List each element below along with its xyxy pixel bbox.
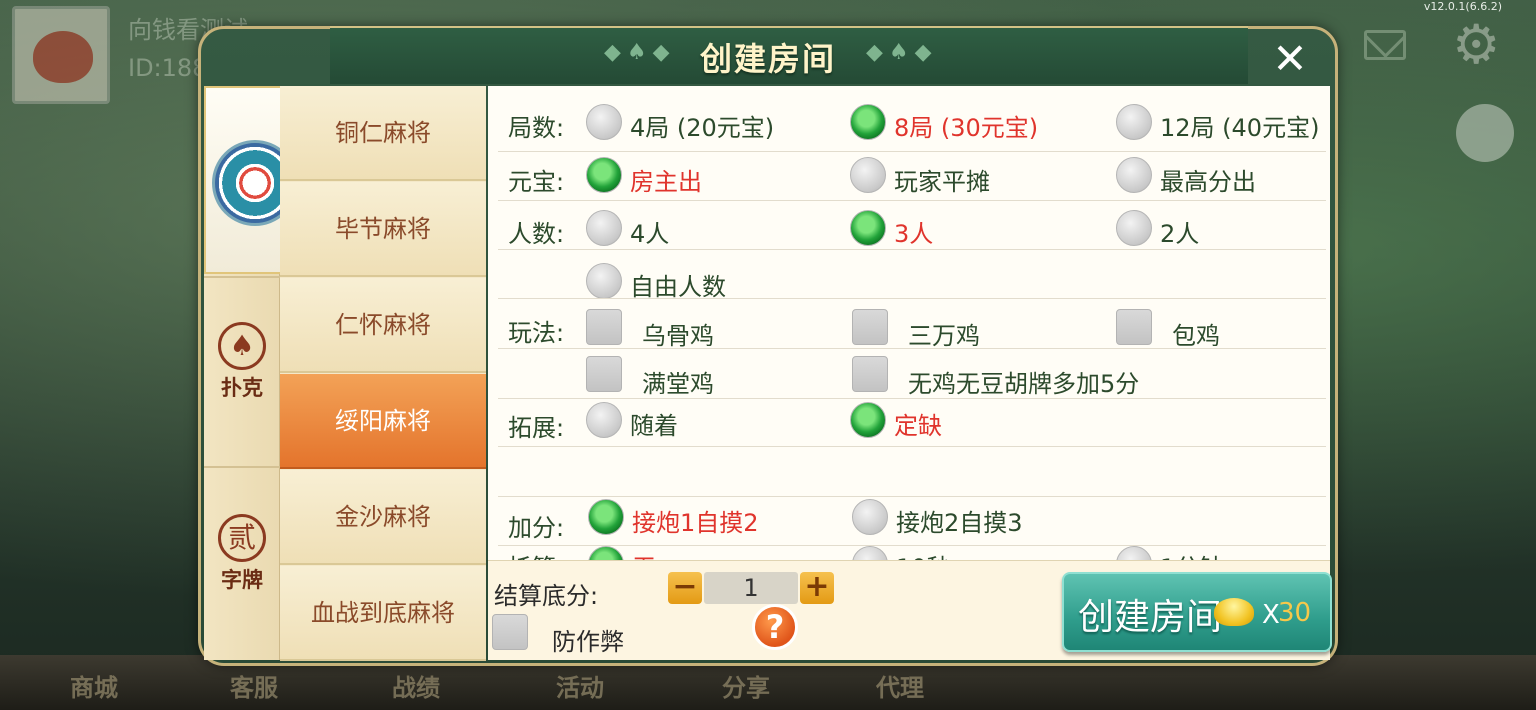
players-2-radio[interactable]: [1116, 210, 1152, 246]
bonus-1-2-radio[interactable]: [588, 499, 624, 535]
game-item-xuezhan[interactable]: 血战到底麻将: [280, 566, 486, 661]
rule-sanwanji-checkbox[interactable]: [852, 309, 888, 345]
menu-records: 战绩: [392, 674, 440, 702]
players-free-option[interactable]: 自由人数: [630, 267, 726, 302]
expand-dingque-radio[interactable]: [850, 402, 886, 438]
row-divider: [498, 200, 1326, 201]
rule-mantangji-option[interactable]: 满堂鸡: [642, 364, 714, 399]
bonus-1-2-option[interactable]: 接炮1自摸2: [632, 503, 759, 538]
players-free-radio[interactable]: [586, 263, 622, 299]
players-4-option[interactable]: 4人: [630, 214, 669, 249]
players-3-radio[interactable]: [850, 210, 886, 246]
menu-share: 分享: [722, 674, 770, 702]
game-item-jinsha[interactable]: 金沙麻将: [280, 470, 486, 565]
rule-baoji-option[interactable]: 包鸡: [1172, 316, 1220, 351]
rule-wuguji-option[interactable]: 乌骨鸡: [642, 316, 714, 351]
category-poker-tab[interactable]: ♠ 扑克: [204, 322, 280, 422]
players-4-radio[interactable]: [586, 210, 622, 246]
bonus-2-3-option[interactable]: 接炮2自摸3: [896, 503, 1023, 538]
rule-sanwanji-option[interactable]: 三万鸡: [908, 316, 980, 351]
cost-value: 30: [1278, 598, 1312, 628]
stamp-icon: [1456, 104, 1514, 162]
rounds-12-option[interactable]: 12局 (40元宝): [1160, 108, 1319, 143]
expand-label: 拓展:: [508, 414, 565, 442]
category-poker-label: 扑克: [221, 376, 263, 400]
row-divider: [498, 249, 1326, 250]
yuanbao-label: 元宝:: [508, 168, 565, 196]
rounds-12-radio[interactable]: [1116, 104, 1152, 140]
bonus-label: 加分:: [508, 514, 565, 542]
spade-icon: ♠: [218, 322, 266, 370]
increase-button[interactable]: +: [800, 572, 834, 604]
rule-mantangji-checkbox[interactable]: [586, 356, 622, 392]
create-room-button[interactable]: 创建房间 X 30: [1062, 572, 1332, 652]
rule-wujiwudou-option[interactable]: 无鸡无豆胡牌多加5分: [908, 364, 1139, 399]
rounds-8-option[interactable]: 8局 (30元宝): [894, 108, 1038, 143]
rule-wujiwudou-checkbox[interactable]: [852, 356, 888, 392]
row-divider: [498, 298, 1326, 299]
category-zipai-label: 字牌: [221, 568, 263, 592]
category-zipai-tab[interactable]: 贰 字牌: [204, 514, 280, 614]
divider: [204, 276, 280, 278]
players-label: 人数:: [508, 220, 565, 248]
row-divider: [498, 545, 1326, 546]
anti-cheat-checkbox[interactable]: [492, 614, 528, 650]
yuanbao-owner-option[interactable]: 房主出: [630, 162, 702, 197]
base-score-label: 结算底分:: [494, 582, 599, 610]
rounds-4-radio[interactable]: [586, 104, 622, 140]
yuanbao-split-radio[interactable]: [850, 157, 886, 193]
close-icon[interactable]: ✕: [1266, 36, 1314, 84]
menu-activity: 活动: [556, 674, 604, 702]
gold-ingot-icon: [1214, 598, 1254, 626]
game-item-renhuai[interactable]: 仁怀麻将: [280, 278, 486, 373]
decrease-button[interactable]: −: [668, 572, 702, 604]
row-divider: [498, 348, 1326, 349]
menu-service: 客服: [230, 674, 278, 702]
rounds-4-option[interactable]: 4局 (20元宝): [630, 108, 774, 143]
expand-dingque-option[interactable]: 定缺: [894, 406, 942, 441]
game-item-suiyang[interactable]: 绥阳麻将: [280, 374, 486, 469]
players-2-option[interactable]: 2人: [1160, 214, 1199, 249]
version-label: v12.0.1(6.6.2): [1423, 0, 1502, 13]
rules-label: 玩法:: [508, 319, 565, 347]
row-divider: [498, 496, 1326, 497]
expand-suizhe-option[interactable]: 随着: [630, 406, 678, 441]
divider: [204, 466, 280, 468]
base-score-value: 1: [704, 572, 798, 604]
yuanbao-top-option[interactable]: 最高分出: [1160, 162, 1256, 197]
create-room-label: 创建房间: [1078, 597, 1223, 638]
menu-agent: 代理: [876, 674, 924, 702]
row-divider: [498, 446, 1326, 447]
er-glyph-icon: 贰: [218, 514, 266, 562]
game-item-bijie[interactable]: 毕节麻将: [280, 182, 486, 277]
expand-suizhe-radio[interactable]: [586, 402, 622, 438]
menu-shop: 商城: [70, 674, 118, 702]
row-divider: [498, 398, 1326, 399]
yuanbao-owner-radio[interactable]: [586, 157, 622, 193]
players-3-option[interactable]: 3人: [894, 214, 933, 249]
yuanbao-split-option[interactable]: 玩家平摊: [894, 162, 990, 197]
anti-cheat-label: 防作弊: [552, 628, 624, 656]
yuanbao-top-radio[interactable]: [1116, 157, 1152, 193]
help-icon[interactable]: ?: [752, 604, 798, 650]
rounds-label: 局数:: [508, 114, 565, 142]
row-divider: [498, 151, 1326, 152]
game-list: 铜仁麻将 毕节麻将 仁怀麻将 绥阳麻将 金沙麻将 血战到底麻将: [280, 86, 486, 661]
rule-wuguji-checkbox[interactable]: [586, 309, 622, 345]
bonus-2-3-radio[interactable]: [852, 499, 888, 535]
rule-baoji-checkbox[interactable]: [1116, 309, 1152, 345]
game-item-tongren[interactable]: 铜仁麻将: [280, 86, 486, 181]
rounds-8-radio[interactable]: [850, 104, 886, 140]
